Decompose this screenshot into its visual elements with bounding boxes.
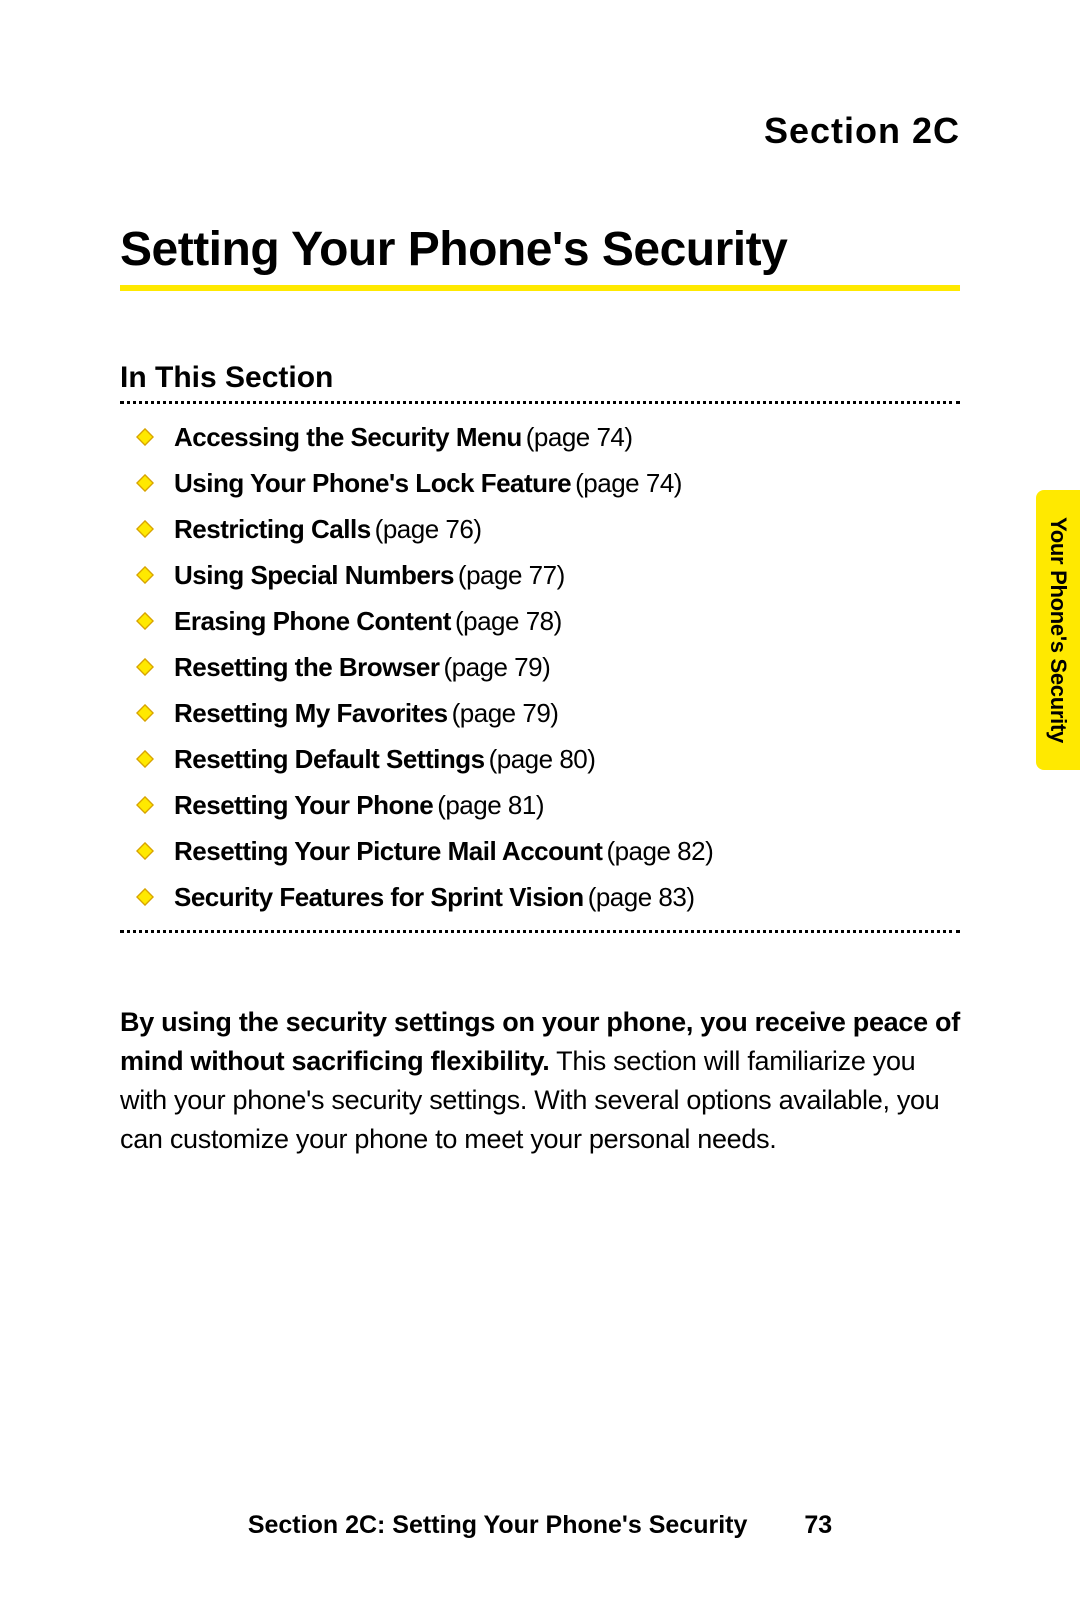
- toc-item-page: (page 76): [375, 514, 482, 544]
- intro-paragraph: By using the security settings on your p…: [120, 1003, 960, 1160]
- toc-item-page: (page 74): [526, 422, 633, 452]
- manual-page: Section 2C Setting Your Phone's Security…: [0, 0, 1080, 1620]
- diamond-bullet-icon: [130, 750, 160, 768]
- toc-item: Erasing Phone Content(page 78): [130, 608, 960, 634]
- toc-item: Accessing the Security Menu(page 74): [130, 424, 960, 450]
- toc-item-title: Resetting Your Picture Mail Account: [174, 836, 602, 866]
- toc-item-title: Erasing Phone Content: [174, 606, 451, 636]
- diamond-bullet-icon: [130, 428, 160, 446]
- toc-item: Resetting Your Picture Mail Account(page…: [130, 838, 960, 864]
- toc-item-title: Resetting Default Settings: [174, 744, 485, 774]
- toc-item-page: (page 83): [588, 882, 695, 912]
- toc-item-page: (page 82): [606, 836, 713, 866]
- section-label: Section 2C: [120, 110, 960, 152]
- side-tab: Your Phone's Security: [1036, 490, 1080, 770]
- toc-item: Restricting Calls(page 76): [130, 516, 960, 542]
- diamond-bullet-icon: [130, 520, 160, 538]
- toc-item-page: (page 79): [452, 698, 559, 728]
- toc-item-page: (page 74): [575, 468, 682, 498]
- toc-item: Resetting My Favorites(page 79): [130, 700, 960, 726]
- toc-item: Using Your Phone's Lock Feature(page 74): [130, 470, 960, 496]
- toc-item-title: Resetting Your Phone: [174, 790, 433, 820]
- toc-item-title: Restricting Calls: [174, 514, 371, 544]
- toc-item-page: (page 77): [458, 560, 565, 590]
- divider-dotted-bottom: [120, 930, 960, 933]
- diamond-bullet-icon: [130, 612, 160, 630]
- toc-item: Resetting Default Settings(page 80): [130, 746, 960, 772]
- footer-page-number: 73: [804, 1511, 832, 1539]
- divider-dotted-top: [120, 401, 960, 404]
- toc-list: Accessing the Security Menu(page 74) Usi…: [120, 424, 960, 910]
- toc-item: Security Features for Sprint Vision(page…: [130, 884, 960, 910]
- side-tab-label: Your Phone's Security: [1045, 517, 1071, 743]
- diamond-bullet-icon: [130, 888, 160, 906]
- page-title: Setting Your Phone's Security: [120, 222, 960, 291]
- page-footer: Section 2C: Setting Your Phone's Securit…: [0, 1511, 1080, 1540]
- toc-item-page: (page 78): [455, 606, 562, 636]
- in-this-section-heading: In This Section: [120, 361, 960, 395]
- diamond-bullet-icon: [130, 658, 160, 676]
- toc-item: Resetting the Browser(page 79): [130, 654, 960, 680]
- toc-item-title: Resetting My Favorites: [174, 698, 448, 728]
- toc-item-title: Using Special Numbers: [174, 560, 454, 590]
- diamond-bullet-icon: [130, 796, 160, 814]
- toc-item: Resetting Your Phone(page 81): [130, 792, 960, 818]
- toc-item-title: Resetting the Browser: [174, 652, 439, 682]
- diamond-bullet-icon: [130, 704, 160, 722]
- toc-item-page: (page 81): [437, 790, 544, 820]
- diamond-bullet-icon: [130, 566, 160, 584]
- diamond-bullet-icon: [130, 842, 160, 860]
- toc-item-title: Security Features for Sprint Vision: [174, 882, 584, 912]
- footer-title: Section 2C: Setting Your Phone's Securit…: [248, 1511, 748, 1539]
- toc-item-title: Accessing the Security Menu: [174, 422, 522, 452]
- toc-item-page: (page 80): [489, 744, 596, 774]
- toc-item: Using Special Numbers(page 77): [130, 562, 960, 588]
- toc-item-title: Using Your Phone's Lock Feature: [174, 468, 571, 498]
- diamond-bullet-icon: [130, 474, 160, 492]
- toc-item-page: (page 79): [443, 652, 550, 682]
